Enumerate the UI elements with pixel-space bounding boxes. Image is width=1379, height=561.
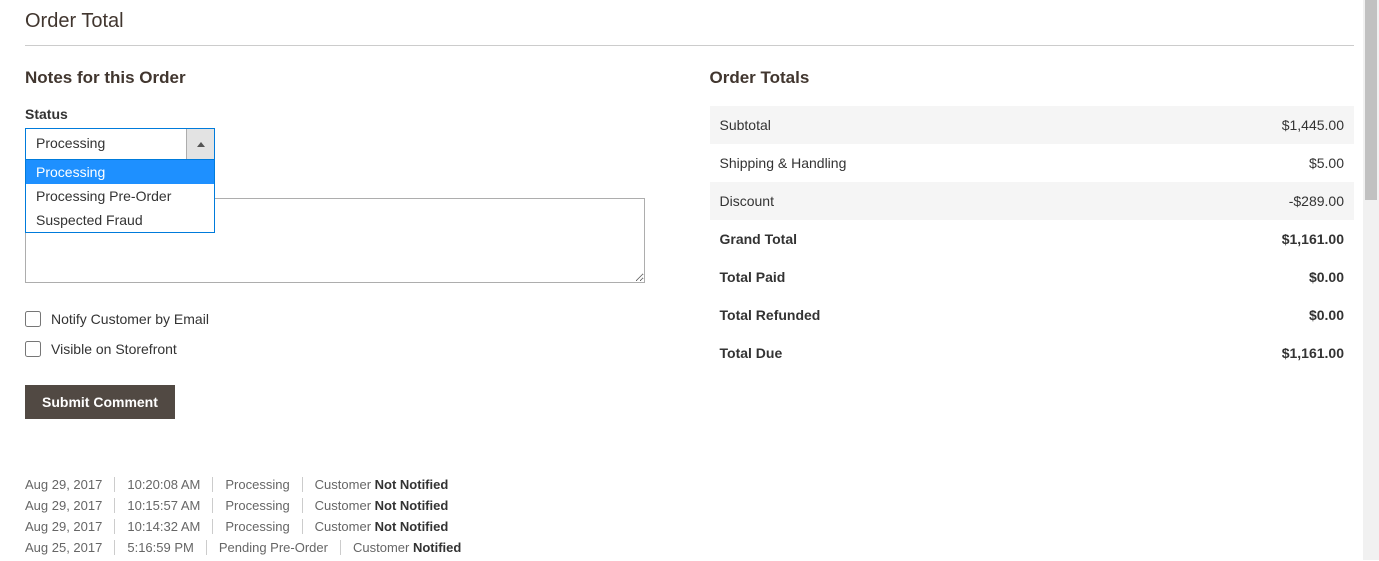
status-dropdown: Processing Processing Pre-Order Suspecte… [25, 159, 215, 233]
totals-value: $0.00 [1123, 296, 1354, 334]
totals-label: Total Refunded [710, 296, 1123, 334]
totals-value: $5.00 [1123, 144, 1354, 182]
history-time: 10:15:57 AM [127, 498, 213, 513]
history-customer: Customer Notified [353, 540, 461, 555]
scrollbar-thumb[interactable] [1365, 0, 1377, 200]
scrollbar[interactable] [1363, 0, 1379, 560]
totals-row: Grand Total$1,161.00 [710, 220, 1355, 258]
page-title: Order Total [25, 0, 1354, 46]
totals-row: Total Refunded$0.00 [710, 296, 1355, 334]
totals-row: Total Due$1,161.00 [710, 334, 1355, 372]
notify-customer-checkbox[interactable] [25, 311, 41, 327]
history-time: 5:16:59 PM [127, 540, 207, 555]
totals-value: $1,161.00 [1123, 220, 1354, 258]
notes-column: Notes for this Order Status Processing P… [25, 68, 670, 561]
totals-label: Shipping & Handling [710, 144, 1123, 182]
totals-row: Total Paid$0.00 [710, 258, 1355, 296]
totals-value: $1,161.00 [1123, 334, 1354, 372]
history-list: Aug 29, 2017 10:20:08 AM Processing Custome… [25, 477, 670, 555]
history-status: Pending Pre-Order [219, 540, 341, 555]
history-row: Aug 29, 2017 10:15:57 AM Processing Custome… [25, 498, 670, 513]
submit-comment-button[interactable]: Submit Comment [25, 385, 175, 419]
totals-label: Total Paid [710, 258, 1123, 296]
history-status: Processing [225, 477, 302, 492]
history-customer: Customer Not Notified [315, 477, 449, 492]
history-date: Aug 29, 2017 [25, 477, 115, 492]
chevron-up-icon[interactable] [186, 129, 214, 159]
history-customer: Customer Not Notified [315, 498, 449, 513]
totals-value: $1,445.00 [1123, 106, 1354, 144]
history-date: Aug 25, 2017 [25, 540, 115, 555]
history-status: Processing [225, 498, 302, 513]
status-label: Status [25, 106, 670, 122]
history-time: 10:14:32 AM [127, 519, 213, 534]
history-row: Aug 29, 2017 10:14:32 AM Processing Custome… [25, 519, 670, 534]
totals-column: Order Totals Subtotal$1,445.00Shipping &… [710, 68, 1355, 561]
totals-row: Discount-$289.00 [710, 182, 1355, 220]
totals-label: Grand Total [710, 220, 1123, 258]
totals-value: $0.00 [1123, 258, 1354, 296]
totals-row: Subtotal$1,445.00 [710, 106, 1355, 144]
history-date: Aug 29, 2017 [25, 519, 115, 534]
history-date: Aug 29, 2017 [25, 498, 115, 513]
notes-section-title: Notes for this Order [25, 68, 670, 88]
history-customer: Customer Not Notified [315, 519, 449, 534]
visible-storefront-checkbox[interactable] [25, 341, 41, 357]
history-status: Processing [225, 519, 302, 534]
visible-storefront-label: Visible on Storefront [51, 341, 177, 357]
history-row: Aug 25, 2017 5:16:59 PM Pending Pre-Order C… [25, 540, 670, 555]
totals-value: -$289.00 [1123, 182, 1354, 220]
totals-row: Shipping & Handling$5.00 [710, 144, 1355, 182]
totals-label: Total Due [710, 334, 1123, 372]
history-row: Aug 29, 2017 10:20:08 AM Processing Custome… [25, 477, 670, 492]
status-select[interactable]: Processing [25, 128, 215, 160]
notify-customer-label: Notify Customer by Email [51, 311, 209, 327]
status-option[interactable]: Processing [26, 160, 214, 184]
totals-table: Subtotal$1,445.00Shipping & Handling$5.0… [710, 106, 1355, 372]
history-time: 10:20:08 AM [127, 477, 213, 492]
totals-label: Subtotal [710, 106, 1123, 144]
status-select-value: Processing [26, 129, 186, 159]
status-option[interactable]: Processing Pre-Order [26, 184, 214, 208]
totals-section-title: Order Totals [710, 68, 1355, 88]
totals-label: Discount [710, 182, 1123, 220]
status-option[interactable]: Suspected Fraud [26, 208, 214, 232]
